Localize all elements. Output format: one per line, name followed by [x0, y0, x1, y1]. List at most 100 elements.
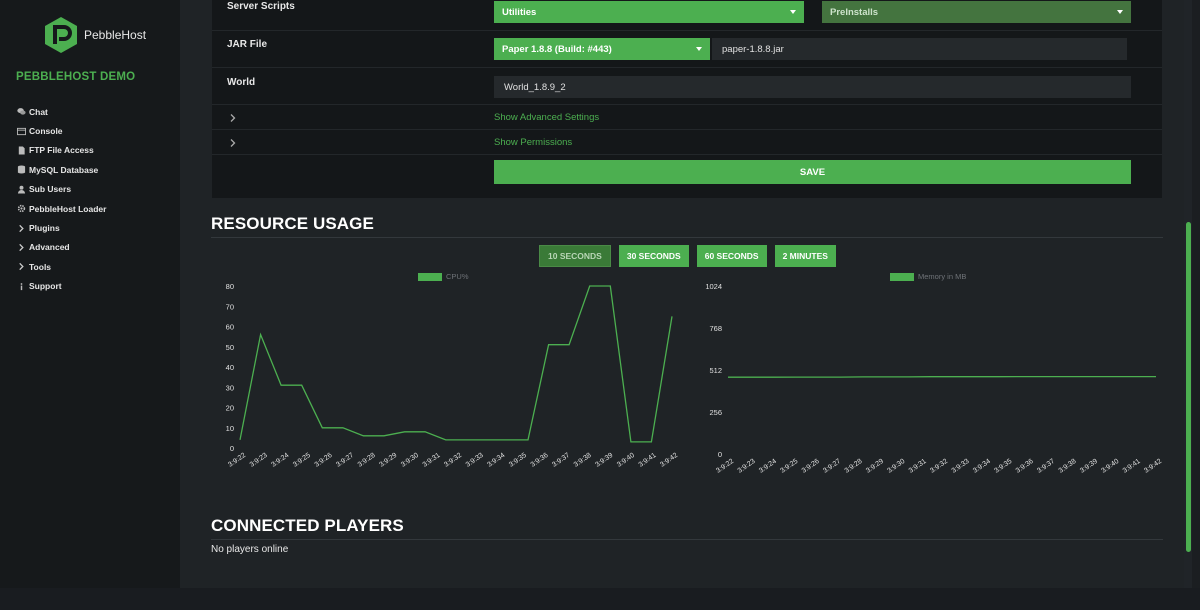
world-row: World World_1.8.9_2 — [212, 68, 1162, 105]
cpu-y-tick-label: 10 — [226, 424, 234, 433]
sidebar-item-mysql[interactable]: MySQL Database — [16, 160, 176, 179]
memory-x-tick-label: 3:9:24 — [758, 458, 778, 475]
jar-file-row: JAR File Paper 1.8.8 (Build: #443) paper… — [212, 31, 1162, 68]
memory-x-tick-label: 3:9:35 — [993, 458, 1013, 475]
scrollbar[interactable] — [1184, 0, 1192, 610]
sidebar-item-ftp[interactable]: FTP File Access — [16, 141, 176, 160]
range-10-seconds-button[interactable]: 10 SECONDS — [539, 245, 611, 267]
memory-x-tick-label: 3:9:40 — [1100, 458, 1120, 475]
chevron-right-icon — [230, 114, 236, 122]
jar-file-input[interactable]: paper-1.8.8.jar — [712, 38, 1127, 60]
permissions-row[interactable]: Show Permissions — [212, 130, 1162, 155]
bottom-bar — [0, 588, 1200, 610]
jar-version-value: Paper 1.8.8 (Build: #443) — [502, 43, 612, 55]
brand-logo[interactable]: PebbleHost — [44, 16, 146, 54]
sidebar: PebbleHost PEBBLEHOST DEMO Chat Console … — [0, 0, 180, 610]
memory-x-tick-label: 3:9:32 — [929, 458, 949, 475]
range-2-minutes-button[interactable]: 2 MINUTES — [774, 245, 836, 267]
file-icon — [16, 145, 27, 156]
world-label: World — [227, 77, 256, 88]
server-scripts-label: Server Scripts — [227, 1, 295, 12]
sidebar-item-label: PebbleHost Loader — [29, 203, 107, 214]
cpu-legend-label: CPU% — [446, 272, 469, 281]
cpu-y-tick-label: 20 — [226, 404, 234, 413]
server-settings-card: Server Scripts Utilities PreInstalls JAR… — [212, 0, 1162, 198]
range-30-seconds-button[interactable]: 30 SECONDS — [618, 245, 689, 267]
chevron-right-icon — [16, 242, 27, 253]
show-permissions-link[interactable]: Show Permissions — [494, 137, 572, 148]
sidebar-item-support[interactable]: Support — [16, 277, 176, 296]
cpu-series-line — [239, 285, 673, 443]
connected-players-title: CONNECTED PLAYERS — [211, 516, 404, 535]
sidebar-item-tools[interactable]: Tools — [16, 257, 176, 276]
world-input[interactable]: World_1.8.9_2 — [494, 76, 1131, 98]
utilities-select-value: Utilities — [502, 6, 537, 18]
memory-x-tick-label: 3:9:30 — [886, 458, 906, 475]
utilities-select[interactable]: Utilities — [494, 1, 804, 23]
caret-down-icon — [1117, 10, 1123, 14]
show-advanced-settings-link[interactable]: Show Advanced Settings — [494, 112, 599, 123]
memory-y-tick-label: 512 — [709, 366, 722, 375]
divider — [211, 237, 1163, 238]
memory-y-tick-label: 256 — [709, 408, 722, 417]
cpu-x-tick-label: 3:9:26 — [314, 452, 334, 469]
cpu-x-tick-label: 3:9:24 — [270, 452, 290, 469]
sidebar-item-label: Chat — [29, 106, 48, 117]
cpu-x-tick-label: 3:9:38 — [573, 452, 593, 469]
cpu-x-tick-label: 3:9:32 — [443, 452, 463, 469]
sidebar-item-plugins[interactable]: Plugins — [16, 218, 176, 237]
cpu-x-tick-label: 3:9:37 — [551, 452, 571, 469]
sidebar-item-console[interactable]: Console — [16, 121, 176, 140]
range-60-seconds-button[interactable]: 60 SECONDS — [696, 245, 767, 267]
memory-x-tick-label: 3:9:31 — [908, 458, 928, 475]
cpu-y-tick-label: 70 — [226, 302, 234, 311]
cpu-y-tick-label: 30 — [226, 383, 234, 392]
cpu-x-tick-label: 3:9:31 — [422, 452, 442, 469]
cpu-x-tick-label: 3:9:30 — [400, 452, 420, 469]
cpu-y-tick-label: 60 — [226, 323, 234, 332]
jar-version-select[interactable]: Paper 1.8.8 (Build: #443) — [494, 38, 710, 60]
cpu-chart: CPU% 0 10 20 30 40 50 60 70 80 3:9:22 3:9:23 3:9:24… — [206, 268, 686, 483]
memory-x-tick-label: 3:9:26 — [801, 458, 821, 475]
cpu-x-tick-label: 3:9:34 — [486, 452, 506, 469]
sidebar-item-label: Plugins — [29, 223, 60, 234]
console-icon — [16, 126, 27, 137]
legend-swatch — [418, 272, 442, 281]
sidebar-item-label: Advanced — [29, 242, 70, 253]
cpu-x-tick-label: 3:9:27 — [335, 452, 355, 469]
sidebar-item-chat[interactable]: Chat — [16, 102, 176, 121]
cpu-chart-svg: 010203040506070803:9:22 3:9:23 3:9:24 3:9:2… — [226, 282, 680, 469]
sidebar-item-label: Sub Users — [29, 184, 72, 195]
memory-x-tick-label: 3:9:28 — [844, 458, 864, 475]
memory-y-tick-label: 768 — [709, 324, 722, 333]
sidebar-item-advanced[interactable]: Advanced — [16, 238, 176, 257]
no-players-text: No players online — [211, 544, 289, 555]
time-range-buttons: 10 SECONDS 30 SECONDS 60 SECONDS 2 MINUT… — [539, 245, 844, 267]
cpu-x-tick-label: 3:9:35 — [508, 452, 528, 469]
caret-down-icon — [790, 10, 796, 14]
cpu-legend: CPU% — [418, 272, 469, 281]
sidebar-item-label: Console — [29, 126, 63, 137]
memory-x-tick-label: 3:9:25 — [779, 458, 799, 475]
memory-x-tick-label: 3:9:27 — [822, 458, 842, 475]
legend-swatch — [890, 272, 914, 281]
memory-x-tick-label: 3:9:36 — [1015, 458, 1035, 475]
divider — [211, 539, 1163, 540]
save-button[interactable]: SAVE — [494, 160, 1131, 184]
memory-x-tick-label: 3:9:34 — [972, 458, 992, 475]
advanced-settings-row[interactable]: Show Advanced Settings — [212, 105, 1162, 130]
cpu-x-tick-label: 3:9:25 — [292, 452, 312, 469]
pebblehost-logo-icon — [45, 17, 77, 53]
scrollbar-thumb[interactable] — [1186, 222, 1191, 552]
cpu-x-tick-label: 3:9:28 — [357, 452, 377, 469]
memory-x-tick-label: 3:9:42 — [1143, 458, 1162, 475]
cpu-x-tick-label: 3:9:36 — [530, 452, 550, 469]
memory-x-tick-label: 3:9:41 — [1122, 458, 1142, 475]
sidebar-item-sub-users[interactable]: Sub Users — [16, 180, 176, 199]
memory-series-line — [728, 375, 1156, 378]
cpu-x-tick-label: 3:9:40 — [616, 452, 636, 469]
sidebar-item-loader[interactable]: PebbleHost Loader — [16, 199, 176, 218]
preinstalls-select[interactable]: PreInstalls — [822, 1, 1131, 23]
sidebar-nav: Chat Console FTP File Access MySQL Datab… — [16, 102, 176, 296]
chevron-right-icon — [16, 223, 27, 234]
